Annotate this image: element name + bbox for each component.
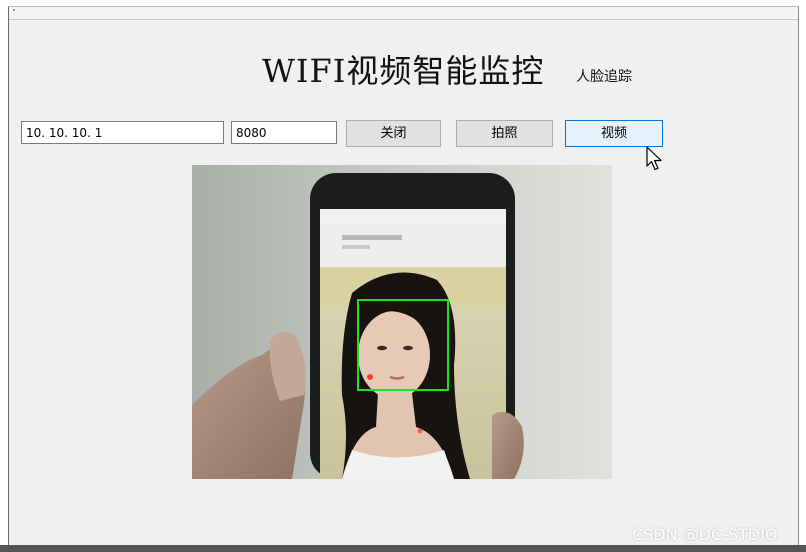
tracking-marker (367, 374, 373, 380)
mouse-cursor-icon (646, 146, 662, 171)
ip-address-field[interactable] (21, 121, 224, 144)
tracking-marker (417, 428, 423, 434)
window-top-strip (9, 7, 798, 20)
watermark: CSDN @DC-STDIO (632, 525, 778, 544)
video-button[interactable]: 视频 (565, 120, 663, 147)
video-feed (192, 165, 612, 479)
camera-frame-image (192, 165, 612, 479)
page-title: WIFI视频智能监控 (262, 52, 545, 90)
close-button[interactable]: 关闭 (346, 120, 441, 147)
port-field[interactable] (231, 121, 337, 144)
bottom-bar (0, 545, 806, 552)
window-corner-dot (13, 9, 15, 11)
photo-button[interactable]: 拍照 (456, 120, 553, 147)
page-subtitle: 人脸追踪 (576, 69, 632, 85)
